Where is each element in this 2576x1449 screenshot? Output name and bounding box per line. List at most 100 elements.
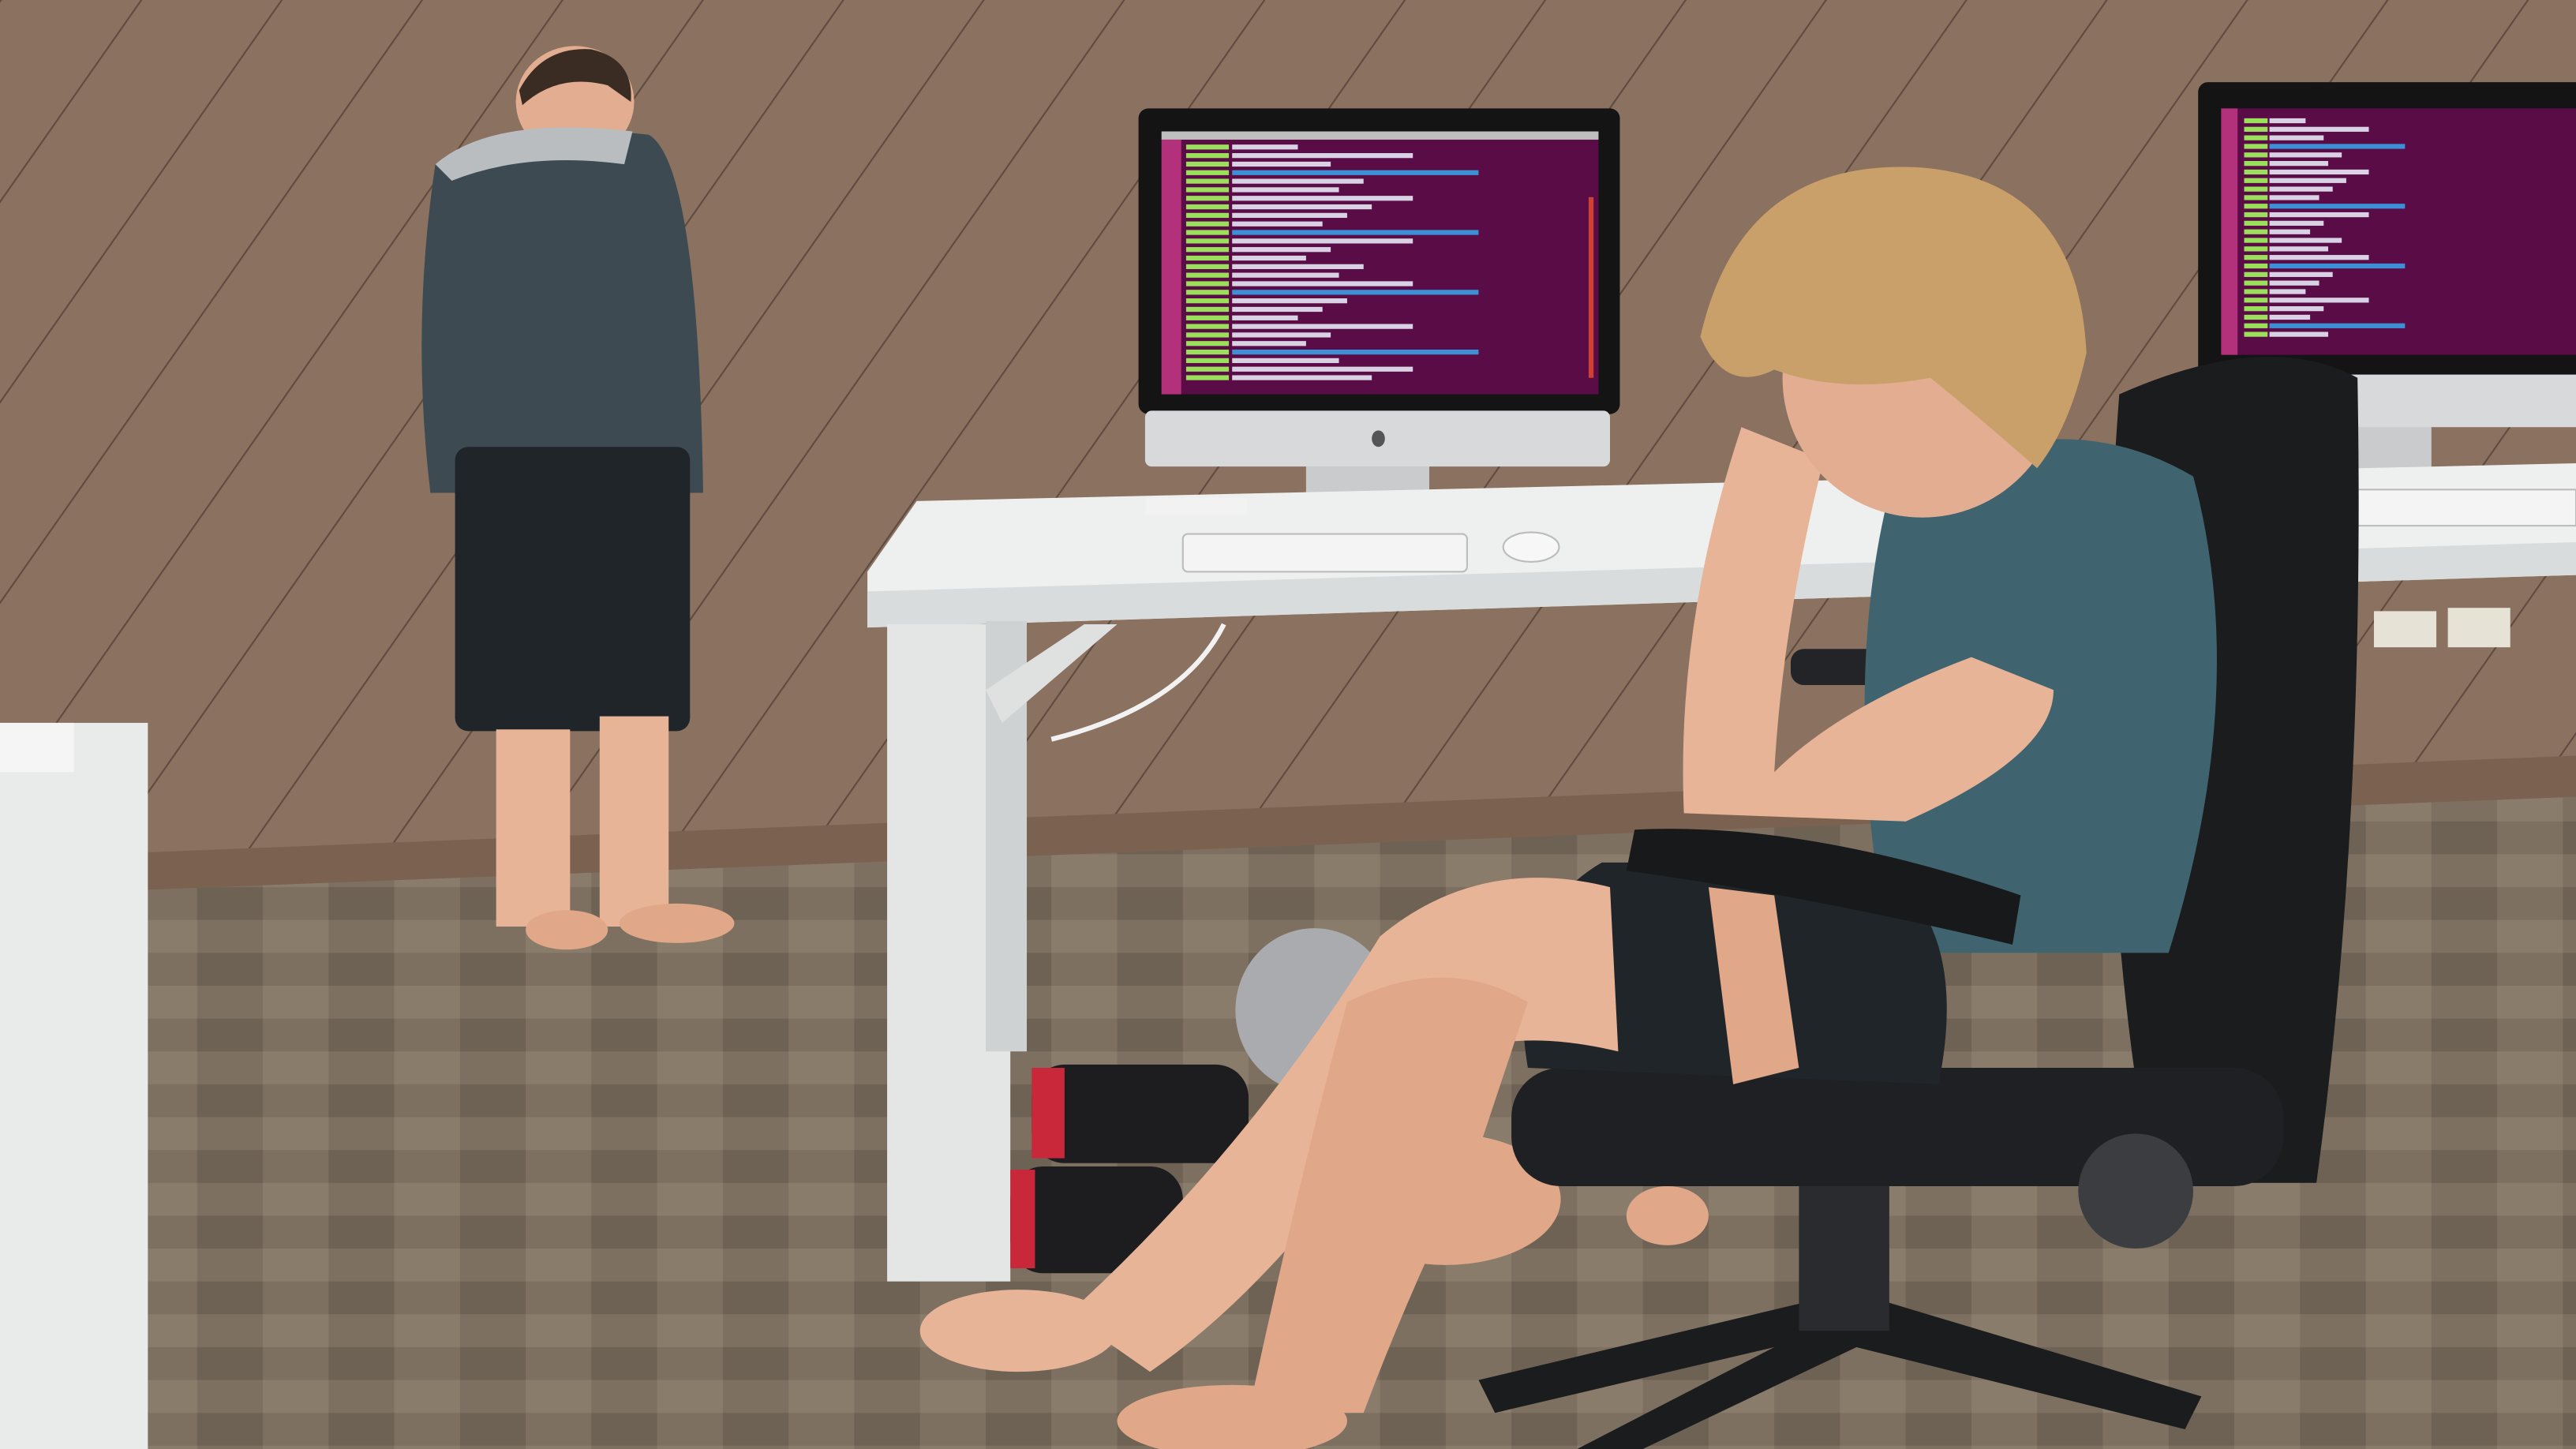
terminal-line: [2269, 229, 2311, 234]
terminal-topbar: [1161, 131, 1599, 140]
terminal-line: [1185, 349, 1230, 355]
terminal-line: [1185, 264, 1230, 269]
terminal-line: [1185, 178, 1230, 184]
terminal-line: [2244, 331, 2268, 337]
terminal-line: [2244, 246, 2268, 252]
terminal-line: [1185, 238, 1230, 244]
shoe-accent: [1032, 1068, 1065, 1159]
terminal-line: [1232, 196, 1413, 201]
terminal-line: [1232, 298, 1347, 304]
terminal-line: [2244, 135, 2268, 140]
terminal-line: [1185, 281, 1230, 286]
terminal-line: [1185, 153, 1230, 159]
terminal-line: [2269, 212, 2369, 218]
terminal-line: [2269, 195, 2320, 200]
wall-outlet: [2447, 608, 2510, 648]
terminal-line: [2269, 246, 2328, 252]
terminal-line: [2269, 186, 2333, 192]
terminal-line: [1232, 366, 1413, 372]
terminal-line: [2269, 118, 2306, 124]
apple-logo-icon: [1372, 430, 1385, 447]
terminal-line: [2244, 238, 2268, 243]
terminal-line: [1232, 281, 1413, 286]
terminal-line: [2269, 178, 2346, 183]
chair-knob: [2078, 1133, 2193, 1249]
terminal-line: [1185, 332, 1230, 338]
foot: [619, 903, 735, 943]
terminal-line: [1232, 255, 1306, 261]
terminal-line: [1232, 324, 1413, 329]
terminal-line: [2244, 255, 2268, 260]
terminal-line: [1232, 170, 1479, 175]
terminal-line: [1232, 349, 1479, 355]
terminal-line: [1232, 290, 1479, 295]
terminal-line: [2244, 144, 2268, 149]
terminal-line: [1232, 272, 1339, 278]
terminal-line: [1232, 306, 1323, 313]
terminal-line: [2244, 314, 2268, 320]
terminal-line: [1185, 306, 1230, 313]
terminal-line: [1185, 324, 1230, 329]
terminal-line: [2269, 204, 2406, 209]
terminal-line: [2269, 144, 2406, 149]
terminal-line: [2244, 178, 2268, 183]
terminal-line: [1232, 144, 1298, 150]
terminal-line: [1232, 238, 1413, 244]
terminal-line: [2269, 314, 2311, 320]
terminal-line: [1185, 247, 1230, 253]
terminal-line: [2269, 152, 2342, 158]
terminal-line: [1185, 290, 1230, 295]
apple-tv-remote: [1144, 497, 1247, 515]
wall-outlet: [2373, 611, 2437, 648]
terminal-line: [1185, 255, 1230, 261]
terminal-line: [1232, 161, 1331, 167]
terminal-line: [2269, 255, 2369, 260]
terminal-line: [1232, 332, 1331, 338]
terminal-line: [2244, 152, 2268, 158]
foot: [526, 910, 608, 950]
terminal-line: [1232, 212, 1347, 219]
terminal-line: [1185, 298, 1230, 304]
terminal-line: [2244, 195, 2268, 200]
hoodie: [421, 130, 703, 493]
terminal-line: [2244, 271, 2268, 277]
terminal-line: [1185, 187, 1230, 193]
terminal-line: [1232, 230, 1479, 235]
terminal-line: [1232, 315, 1298, 320]
keyboard: [1181, 533, 1468, 573]
terminal-line: [2269, 220, 2324, 227]
terminal-line: [2269, 238, 2342, 243]
terminal-scrollbar: [1588, 197, 1594, 378]
terminal-line: [1185, 358, 1230, 364]
terminal-line: [1185, 196, 1230, 201]
terminal-line: [2244, 263, 2268, 269]
terminal-line: [2244, 280, 2268, 286]
terminal-line: [1185, 272, 1230, 278]
shoe-accent: [1010, 1170, 1035, 1269]
terminal-line: [2269, 271, 2333, 277]
terminal-line: [2269, 263, 2406, 269]
terminal-line: [2244, 323, 2268, 328]
terminal-line: [1185, 144, 1230, 150]
terminal-line: [1232, 178, 1364, 184]
terminal-line: [1232, 247, 1331, 253]
terminal-line: [2269, 289, 2306, 294]
terminal-line: [2244, 186, 2268, 192]
terminal-line: [1185, 161, 1230, 167]
terminal-line: [1185, 212, 1230, 219]
terminal-line: [1185, 221, 1230, 227]
terminal-line: [1185, 315, 1230, 320]
terminal-line: [2244, 289, 2268, 294]
terminal-line: [2269, 169, 2369, 175]
terminal-line: [2269, 126, 2369, 132]
terminal-line: [2269, 331, 2328, 337]
terminal-line: [2269, 298, 2369, 303]
terminal-line: [1185, 204, 1230, 210]
white-post: [0, 722, 148, 1449]
white-post-edge: [0, 722, 74, 773]
terminal-line: [2269, 323, 2406, 328]
terminal-line: [2244, 212, 2268, 218]
terminal-line: [2244, 169, 2268, 175]
ubuntu-launcher: [1161, 139, 1181, 395]
terminal-line: [1232, 187, 1339, 193]
